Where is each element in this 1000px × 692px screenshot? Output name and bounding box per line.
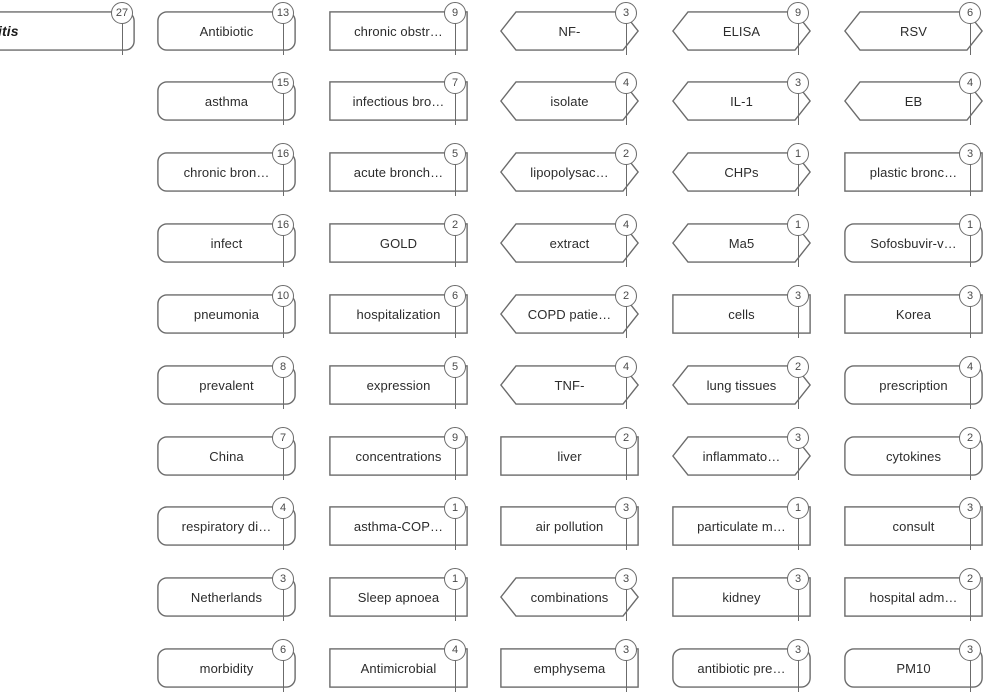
concept-count-badge[interactable]: 9 xyxy=(787,2,809,24)
concept-count-badge[interactable]: 2 xyxy=(787,356,809,378)
concept-count-badge[interactable]: 9 xyxy=(444,2,466,24)
concept-count-badge[interactable]: 2 xyxy=(615,143,637,165)
concept-count-badge[interactable]: 1 xyxy=(959,214,981,236)
concept-count-badge[interactable]: 4 xyxy=(272,497,294,519)
concept-count-badge[interactable]: 3 xyxy=(959,639,981,661)
concept-count-badge[interactable]: 4 xyxy=(615,72,637,94)
concept-count-badge[interactable]: 13 xyxy=(272,2,294,24)
concept-count-badge[interactable]: 1 xyxy=(444,497,466,519)
concept-count-badge[interactable]: 4 xyxy=(959,356,981,378)
concept-count-badge[interactable]: 3 xyxy=(615,568,637,590)
concept-count-badge[interactable]: 16 xyxy=(272,143,294,165)
concept-count-badge[interactable]: 4 xyxy=(444,639,466,661)
concept-count-badge[interactable]: 3 xyxy=(787,639,809,661)
concept-count-badge[interactable]: 2 xyxy=(444,214,466,236)
concept-count-badge[interactable]: 10 xyxy=(272,285,294,307)
concept-count-badge[interactable]: 3 xyxy=(787,568,809,590)
concept-count-badge[interactable]: 15 xyxy=(272,72,294,94)
concept-count-badge[interactable]: 3 xyxy=(615,639,637,661)
concept-count-badge[interactable]: 16 xyxy=(272,214,294,236)
concept-count-badge[interactable]: 3 xyxy=(959,497,981,519)
concept-count-badge[interactable]: 6 xyxy=(959,2,981,24)
concept-count-badge[interactable]: 4 xyxy=(615,356,637,378)
concept-count-badge[interactable]: 6 xyxy=(272,639,294,661)
concept-count-badge[interactable]: 6 xyxy=(444,285,466,307)
concept-count-badge[interactable]: 4 xyxy=(615,214,637,236)
concept-count-badge[interactable]: 7 xyxy=(272,427,294,449)
concept-count-badge[interactable]: 1 xyxy=(787,497,809,519)
concept-count-badge[interactable]: 2 xyxy=(615,285,637,307)
concept-count-badge[interactable]: 27 xyxy=(111,2,133,24)
concept-count-badge[interactable]: 3 xyxy=(615,497,637,519)
concept-count-badge[interactable]: 5 xyxy=(444,356,466,378)
concept-count-badge[interactable]: 2 xyxy=(959,427,981,449)
concept-count-badge[interactable]: 1 xyxy=(787,214,809,236)
concept-count-badge[interactable]: 2 xyxy=(959,568,981,590)
concept-count-badge[interactable]: 3 xyxy=(959,285,981,307)
concept-count-badge[interactable]: 1 xyxy=(787,143,809,165)
concept-map-canvas: bronchitis27Antibiotic13asthma15chronic … xyxy=(0,0,1000,692)
concept-count-badge[interactable]: 4 xyxy=(959,72,981,94)
concept-count-badge[interactable]: 3 xyxy=(787,427,809,449)
concept-count-badge[interactable]: 1 xyxy=(444,568,466,590)
concept-count-badge[interactable]: 8 xyxy=(272,356,294,378)
concept-count-badge[interactable]: 3 xyxy=(787,72,809,94)
concept-count-badge[interactable]: 3 xyxy=(959,143,981,165)
concept-count-badge[interactable]: 3 xyxy=(272,568,294,590)
concept-count-badge[interactable]: 3 xyxy=(787,285,809,307)
concept-count-badge[interactable]: 3 xyxy=(615,2,637,24)
concept-count-badge[interactable]: 9 xyxy=(444,427,466,449)
concept-count-badge[interactable]: 2 xyxy=(615,427,637,449)
concept-count-badge[interactable]: 5 xyxy=(444,143,466,165)
concept-count-badge[interactable]: 7 xyxy=(444,72,466,94)
